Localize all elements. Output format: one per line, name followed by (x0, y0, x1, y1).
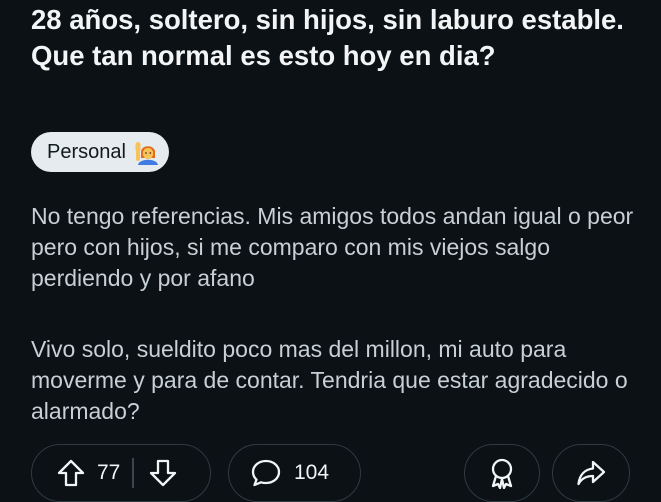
comments-button[interactable]: 104 (228, 444, 361, 502)
speech-bubble-icon (250, 458, 282, 488)
post-body-paragraph: Vivo solo, sueldito poco mas del millon,… (31, 336, 628, 424)
post-body-paragraph: No tengo referencias. Mis amigos todos a… (31, 203, 634, 291)
downvote-arrow-icon[interactable] (148, 458, 178, 488)
vote-count: 77 (97, 461, 121, 484)
award-ribbon-icon (487, 457, 517, 489)
post-flair[interactable]: Personal (31, 132, 169, 172)
flair-label: Personal (47, 140, 126, 163)
comment-count: 104 (294, 461, 330, 484)
post-title: 28 años, soltero, sin hijos, sin laburo … (31, 4, 624, 71)
post-detail: 28 años, soltero, sin hijos, sin laburo … (0, 0, 661, 502)
share-arrow-icon (576, 458, 606, 488)
vote-divider (132, 458, 134, 488)
vote-bar: 77 (31, 444, 211, 502)
share-button[interactable] (552, 444, 630, 502)
person-raising-hand-emoji-icon (133, 139, 159, 165)
award-button[interactable] (464, 444, 540, 502)
upvote-arrow-icon[interactable] (56, 458, 86, 488)
